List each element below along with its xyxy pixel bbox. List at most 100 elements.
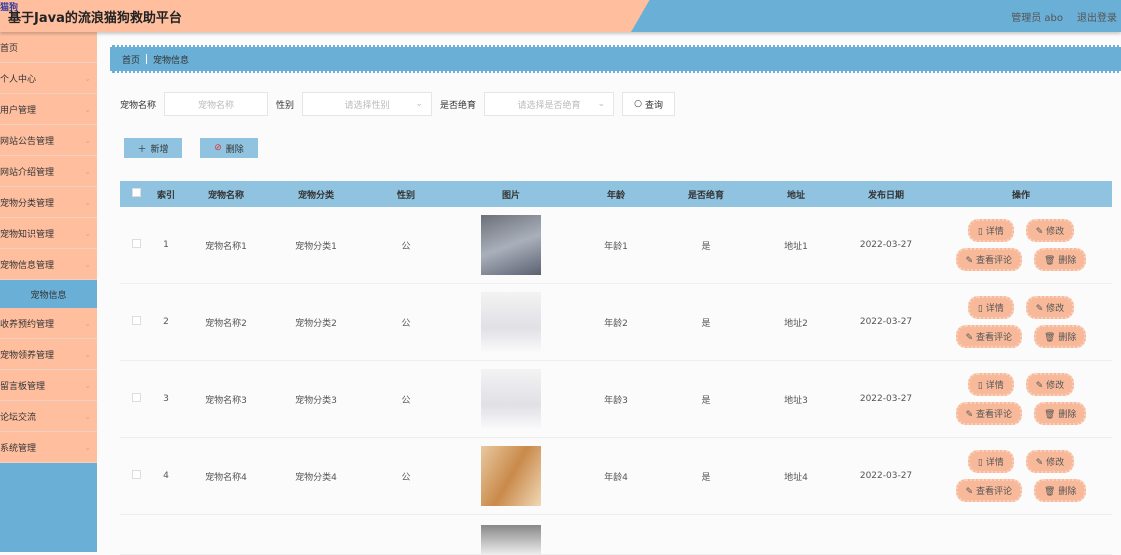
sidebar-item[interactable]: 网站介绍管理 ⌄ [0,156,97,187]
breadcrumb: 首页 宠物信息 [110,45,1121,73]
sidebar-item[interactable]: 宠物领养管理 ⌄ [0,339,97,370]
pencil-icon: ✎ [965,256,977,266]
sidebar-item-label: 收养预约管理 [0,319,55,330]
detail-button[interactable]: ▯ 详情 [967,219,1014,242]
document-icon: ▯ [977,304,986,314]
app-title: 基于Java的流浪猫狗救助平台 [8,11,182,26]
sidebar-subitem-pet-info[interactable]: 宠物信息 [0,280,97,308]
sidebar-item[interactable]: 个人中心 ⌄ [0,63,97,94]
column-header: 宠物名称 [207,190,244,201]
pencil-icon: ✎ [965,410,977,420]
placeholder: 宠物名称 [198,100,235,111]
search-icon: ○ [634,99,642,109]
column-header: 地址 [786,190,805,201]
view-comments-button[interactable]: ✎ 查看评论 [955,325,1023,348]
view-comments-button[interactable]: ✎ 查看评论 [955,248,1023,271]
chevron-down-icon: ⌄ [84,228,91,238]
edit-button[interactable]: ✎ 修改 [1025,219,1075,242]
sidebar-item-label: 宠物信息管理 [0,260,55,271]
row-checkbox[interactable] [131,239,141,248]
table-row: 1 宠物名称1 宠物分类1 公 年龄1 是 地址1 2022-03-27 ▯ 详… [120,207,1112,284]
cell-address: 地址1 [784,241,808,252]
gender-select[interactable]: 请选择性别 ⌄ [302,92,433,116]
plus-icon: ＋ [137,144,147,155]
sidebar-item[interactable]: 宠物分类管理 ⌄ [0,187,97,218]
op-label: 查看评论 [976,256,1013,266]
column-header: 操作 [1011,190,1030,201]
add-label: 新增 [150,144,169,155]
detail-button[interactable]: ▯ 详情 [967,296,1014,319]
query-button[interactable]: ○ 查询 [622,92,676,116]
sidebar-item[interactable]: 用户管理 ⌄ [0,94,97,125]
breadcrumb-home[interactable]: 首页 [122,53,140,66]
pet-image[interactable] [481,369,541,429]
sidebar-item-label: 宠物信息 [30,290,67,301]
sidebar-item[interactable]: 宠物信息管理 ⌄ [0,249,97,280]
op-label: 查看评论 [976,487,1013,497]
sidebar-item-label: 个人中心 [0,74,37,85]
cell-category: 宠物分类4 [295,472,337,483]
chevron-down-icon: ⌄ [415,99,424,109]
cell-index: 3 [163,394,169,404]
sidebar-item[interactable]: 宠物知识管理 ⌄ [0,218,97,249]
cell-address: 地址4 [784,472,808,483]
cell-date: 2022-03-27 [859,240,913,250]
view-comments-button[interactable]: ✎ 查看评论 [955,402,1023,425]
detail-button[interactable]: ▯ 详情 [967,450,1014,473]
cell-address: 地址3 [784,395,808,406]
cell-gender: 公 [401,241,411,252]
cell-gender: 公 [401,395,411,406]
placeholder: 请选择性别 [344,100,390,111]
table-header: 索引 宠物名称 宠物分类 性别 图片 年龄 是否绝育 地址 发布日期 操作 [120,181,1112,207]
document-icon: ▯ [977,381,986,391]
pet-image[interactable] [481,215,541,275]
edit-button[interactable]: ✎ 修改 [1025,296,1075,319]
select-all-checkbox[interactable] [131,188,141,197]
op-label: 删除 [1058,487,1077,497]
delete-label: 删除 [225,144,244,155]
chevron-down-icon: ⌄ [84,73,91,83]
delete-row-button[interactable]: 🗑︎ 删除 [1034,248,1087,271]
pet-image[interactable] [481,292,541,352]
edit-button[interactable]: ✎ 修改 [1025,373,1075,396]
add-button[interactable]: ＋新增 [124,138,182,158]
delete-row-button[interactable]: 🗑︎ 删除 [1034,479,1087,502]
row-checkbox[interactable] [131,470,141,479]
sidebar-item-label: 系统管理 [0,443,37,454]
delete-button[interactable]: ⊘ 删除 [200,138,258,158]
cell-age: 年龄3 [604,395,628,406]
pet-name-input[interactable]: 宠物名称 [164,92,269,116]
delete-row-button[interactable]: 🗑︎ 删除 [1034,402,1087,425]
sidebar-item-label: 宠物领养管理 [0,350,55,361]
row-checkbox[interactable] [131,393,141,402]
delete-row-button[interactable]: 🗑︎ 删除 [1034,325,1087,348]
column-header: 图片 [501,190,520,201]
sidebar-item-label: 留言板管理 [0,381,46,392]
cell-category: 宠物分类3 [295,395,337,406]
sidebar-item[interactable]: 系统管理 ⌄ [0,432,97,463]
column-header: 年龄 [606,190,625,201]
sidebar-item[interactable]: 收养预约管理 ⌄ [0,308,97,339]
sidebar-item-label: 宠物知识管理 [0,229,55,240]
sidebar-item[interactable]: 网站公告管理 ⌄ [0,125,97,156]
sterile-select[interactable]: 请选择是否绝育 ⌄ [484,92,615,116]
cell-category: 宠物分类2 [295,318,337,329]
chevron-down-icon: ⌄ [84,318,91,328]
current-user: 管理员 abo [1011,13,1063,24]
sidebar-item-label: 宠物分类管理 [0,198,55,209]
sidebar-item[interactable]: 论坛交流 ⌄ [0,401,97,432]
row-checkbox[interactable] [131,316,141,325]
gender-label: 性别 [276,100,295,111]
op-label: 详情 [985,381,1004,391]
pet-image[interactable] [481,446,541,506]
sidebar-item[interactable]: 首页 [0,32,97,63]
edit-button[interactable]: ✎ 修改 [1025,450,1075,473]
view-comments-button[interactable]: ✎ 查看评论 [955,479,1023,502]
op-label: 详情 [985,227,1004,237]
sidebar-item[interactable]: 留言板管理 ⌄ [0,370,97,401]
pet-image[interactable] [481,525,541,555]
op-label: 修改 [1046,381,1065,391]
detail-button[interactable]: ▯ 详情 [967,373,1014,396]
op-label: 删除 [1058,333,1077,343]
logout-link[interactable]: 退出登录 [1077,9,1117,24]
